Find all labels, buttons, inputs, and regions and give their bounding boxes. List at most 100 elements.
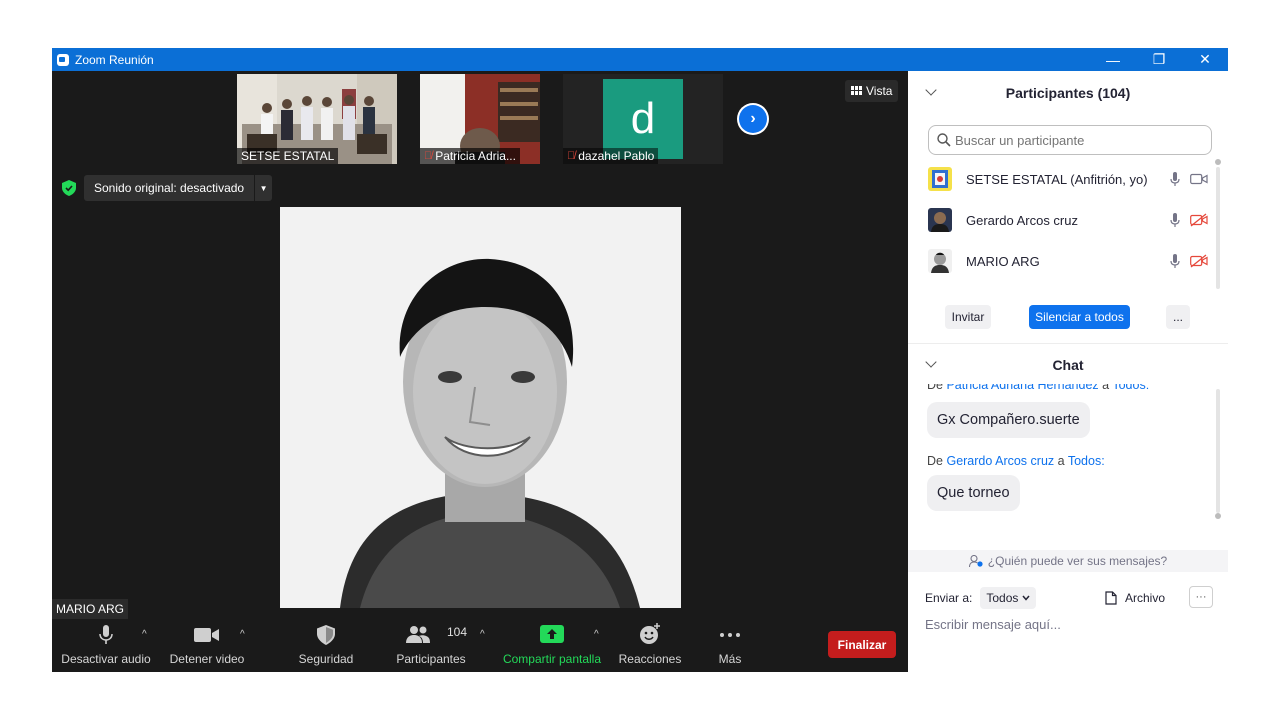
meeting-area: SETSE ESTATAL 🎙̸ Patricia Adria... d 🎙̸ … xyxy=(52,71,908,672)
speaker-name-label: MARIO ARG xyxy=(52,599,129,619)
original-sound-button[interactable]: Sonido original: desactivado ▼ xyxy=(84,175,273,201)
chat-sender-line: De Gerardo Arcos cruz a Todos: xyxy=(927,454,1105,468)
emoji-add-icon xyxy=(640,623,660,644)
gallery-grid-icon xyxy=(851,86,862,95)
video-off-icon[interactable] xyxy=(1190,213,1208,227)
zoom-app-icon xyxy=(57,53,69,66)
thumbnail-strip: SETSE ESTATAL 🎙̸ Patricia Adria... d 🎙̸ … xyxy=(52,71,908,167)
collapse-chevron-icon[interactable] xyxy=(925,356,937,368)
share-screen-button[interactable]: Compartir pantalla xyxy=(500,619,604,672)
minimize-button[interactable]: — xyxy=(1090,48,1136,71)
participant-row[interactable]: MARIO ARG xyxy=(928,246,1208,276)
reactions-button[interactable]: Reacciones xyxy=(614,619,686,672)
participants-title: Participantes (104) xyxy=(1005,85,1131,101)
thumbnail-video[interactable]: SETSE ESTATAL xyxy=(237,74,397,164)
audio-options-caret-icon[interactable]: ^ xyxy=(142,629,147,640)
recipient-link[interactable]: Todos: xyxy=(1112,384,1149,392)
restore-button[interactable]: ❐ xyxy=(1136,48,1182,71)
participants-count: 104 xyxy=(447,625,468,639)
microphone-icon xyxy=(99,625,113,644)
original-sound-bar: Sonido original: desactivado ▼ xyxy=(62,175,273,201)
participant-avatar: d xyxy=(603,79,683,159)
title-bar: Zoom Reunión — ❐ ✕ xyxy=(52,48,1228,71)
microphone-icon[interactable] xyxy=(1170,171,1180,187)
invite-button[interactable]: Invitar xyxy=(945,305,991,329)
send-to-row: Enviar a: Todos Archivo ··· xyxy=(925,586,1215,610)
participant-row[interactable]: Gerardo Arcos cruz xyxy=(928,205,1208,235)
shield-icon xyxy=(317,625,335,645)
share-options-caret-icon[interactable]: ^ xyxy=(594,629,599,640)
thumbnail-name: 🎙̸ Patricia Adria... xyxy=(420,148,520,164)
video-options-caret-icon[interactable]: ^ xyxy=(240,629,245,640)
avatar xyxy=(928,208,952,232)
participant-row[interactable]: SETSE ESTATAL (Anfitrión, yo) xyxy=(928,164,1208,194)
active-speaker-video xyxy=(280,207,681,608)
encryption-shield-icon[interactable] xyxy=(62,180,76,196)
search-icon xyxy=(937,133,951,147)
sender-link[interactable]: Gerardo Arcos cruz xyxy=(946,454,1054,468)
caret-down-icon[interactable]: ▼ xyxy=(254,175,272,201)
video-off-icon[interactable] xyxy=(1190,254,1208,268)
muted-mic-icon: 🎙̸ xyxy=(424,150,433,162)
participants-more-button[interactable]: ... xyxy=(1166,305,1190,329)
who-can-see-bar[interactable]: ¿Quién puede ver sus mensajes? xyxy=(908,550,1228,572)
collapse-chevron-icon[interactable] xyxy=(925,84,937,96)
view-button[interactable]: Vista xyxy=(845,80,899,102)
thumbnail-name: SETSE ESTATAL xyxy=(237,148,339,164)
chevron-right-icon: › xyxy=(739,105,767,133)
avatar xyxy=(928,249,952,273)
chat-bubble: Gx Compañero.suerte xyxy=(927,402,1090,438)
chat-bubble: Que torneo xyxy=(927,475,1020,511)
next-page-button[interactable]: › xyxy=(737,103,769,135)
microphone-icon[interactable] xyxy=(1170,253,1180,269)
side-panel: Participantes (104) SETSE ESTATAL (Anfit… xyxy=(908,71,1228,672)
video-camera-icon[interactable] xyxy=(1190,173,1208,185)
microphone-icon[interactable] xyxy=(1170,212,1180,228)
thumbnail-name: 🎙̸ dazahel Pablo xyxy=(563,148,659,164)
zoom-window: Zoom Reunión — ❐ ✕ SETSE ESTATAL 🎙̸ Patr… xyxy=(52,48,1228,672)
chat-message-input[interactable] xyxy=(925,617,1215,632)
recipient-link[interactable]: Todos: xyxy=(1068,454,1105,468)
chat-scrollbar[interactable] xyxy=(1215,389,1221,519)
chat-sender-line: De Patricia Adriana Hernández a Todos: xyxy=(927,384,1149,392)
chat-messages: De Patricia Adriana Hernández a Todos: G… xyxy=(908,384,1218,524)
participant-search[interactable] xyxy=(928,125,1212,155)
participants-actions: Invitar Silenciar a todos ... xyxy=(908,305,1228,329)
send-to-label: Enviar a: xyxy=(925,591,973,605)
chat-title: Chat xyxy=(1052,357,1084,373)
speaker-video-image xyxy=(280,207,681,608)
person-visibility-icon xyxy=(968,555,983,567)
more-button[interactable]: Más xyxy=(702,619,758,672)
sender-link[interactable]: Patricia Adriana Hernández xyxy=(946,384,1098,392)
share-screen-icon xyxy=(540,625,564,643)
close-button[interactable]: ✕ xyxy=(1182,48,1228,71)
participant-name: SETSE ESTATAL (Anfitrión, yo) xyxy=(966,171,1148,187)
security-button[interactable]: Seguridad xyxy=(290,619,362,672)
chat-more-button[interactable]: ··· xyxy=(1189,586,1213,608)
avatar xyxy=(928,167,952,191)
muted-mic-icon: 🎙̸ xyxy=(567,150,576,162)
participants-button[interactable]: 104 Participantes xyxy=(388,619,474,672)
video-camera-icon xyxy=(194,628,219,642)
more-dots-icon xyxy=(720,633,740,637)
participants-scrollbar[interactable] xyxy=(1215,159,1221,289)
search-input[interactable] xyxy=(955,132,1195,148)
chat-header: Chat xyxy=(908,343,1228,387)
participant-name: MARIO ARG xyxy=(966,253,1040,269)
mute-all-button[interactable]: Silenciar a todos xyxy=(1029,305,1130,329)
chevron-down-icon xyxy=(1022,595,1030,601)
recipient-select[interactable]: Todos xyxy=(980,587,1037,609)
mute-audio-button[interactable]: Desactivar audio xyxy=(60,619,152,672)
participants-icon xyxy=(405,626,430,643)
thumbnail-video[interactable]: 🎙̸ Patricia Adria... xyxy=(420,74,540,164)
participants-header: Participantes (104) xyxy=(908,71,1228,115)
meeting-toolbar: Desactivar audio ^ Detener video ^ Segur… xyxy=(52,619,908,672)
stop-video-button[interactable]: Detener video xyxy=(164,619,250,672)
thumbnail-video[interactable]: d 🎙̸ dazahel Pablo xyxy=(563,74,723,164)
participant-name: Gerardo Arcos cruz xyxy=(966,212,1078,228)
end-meeting-button[interactable]: Finalizar xyxy=(828,631,896,658)
participants-options-caret-icon[interactable]: ^ xyxy=(480,629,485,640)
window-title: Zoom Reunión xyxy=(75,52,154,67)
file-button[interactable]: Archivo xyxy=(1105,586,1165,610)
file-icon xyxy=(1105,591,1117,605)
